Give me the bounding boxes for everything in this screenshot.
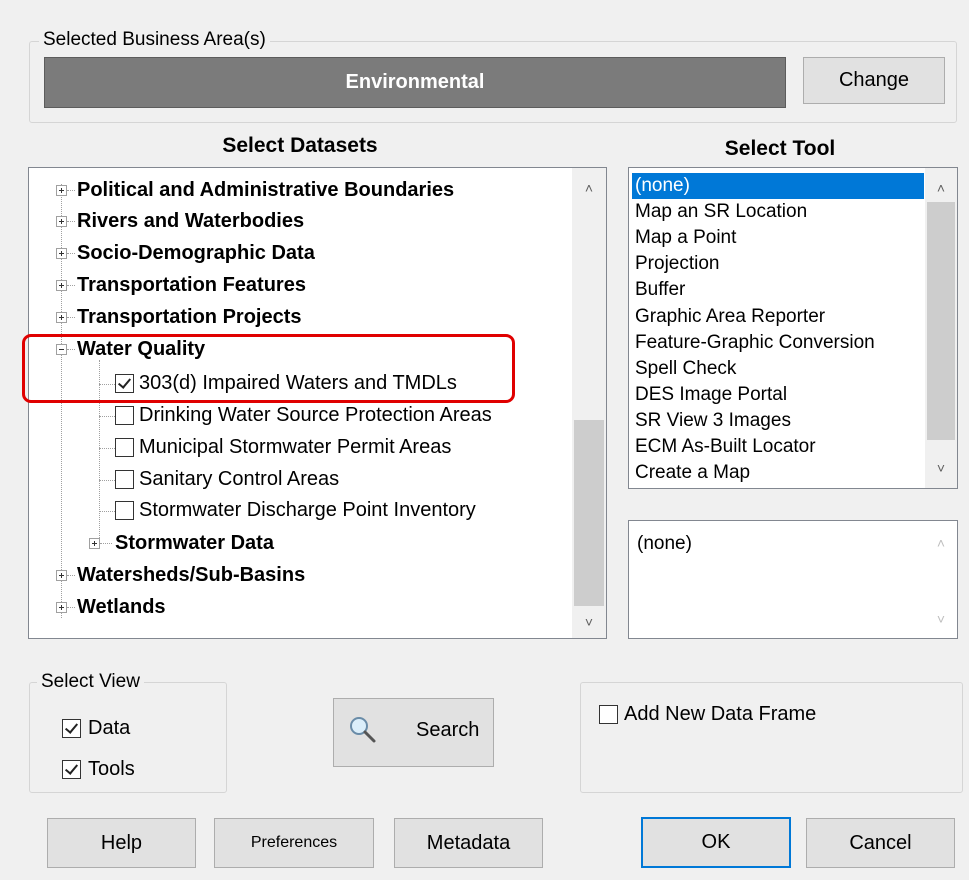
business-area-value: Environmental <box>44 57 786 108</box>
tree-node-transportation-features[interactable]: Transportation Features <box>77 272 306 299</box>
chevron-up-icon[interactable]: ˄ <box>925 176 957 200</box>
metadata-button[interactable]: Metadata <box>394 818 543 868</box>
tree-connector <box>67 190 75 191</box>
tree-node-drinking-water[interactable]: Drinking Water Source Protection Areas <box>139 402 492 429</box>
tree-connector <box>99 480 115 481</box>
datasets-heading: Select Datasets <box>222 134 378 157</box>
expand-icon[interactable] <box>56 602 67 613</box>
tree-node-wetlands[interactable]: Wetlands <box>77 594 166 621</box>
tree-connector <box>100 543 112 544</box>
tree-connector <box>99 448 115 449</box>
tree-node-label: Drinking Water Source Protection Areas <box>139 404 492 426</box>
tree-connector <box>99 511 115 512</box>
tree-connector <box>67 285 75 286</box>
help-button[interactable]: Help <box>47 818 196 868</box>
business-area-legend: Selected Business Area(s) <box>39 29 270 51</box>
tree-connector <box>67 607 75 608</box>
tool-item[interactable]: SR View 3 Images <box>632 408 791 434</box>
tool-description-box: (none) ˄ ˅ <box>628 520 958 639</box>
description-scrollbar[interactable]: ˄ ˅ <box>925 521 957 638</box>
tool-item[interactable]: ECM As-Built Locator <box>632 434 816 460</box>
highlight-annotation <box>22 334 515 403</box>
expand-icon[interactable] <box>56 280 67 291</box>
tree-connector <box>67 317 75 318</box>
chevron-down-icon[interactable]: ˅ <box>925 607 957 631</box>
view-tools-checkbox[interactable] <box>62 760 81 779</box>
datasets-tree[interactable]: Political and Administrative Boundaries … <box>28 167 607 639</box>
tree-node-label: Transportation Features <box>77 274 306 296</box>
tree-node-watersheds[interactable]: Watersheds/Sub-Basins <box>77 562 305 589</box>
tool-item[interactable]: Graphic Area Reporter <box>632 304 825 330</box>
tools-listbox[interactable]: (none) Map an SR Location Map a Point Pr… <box>628 167 958 489</box>
tool-item[interactable]: Spell Check <box>632 356 736 382</box>
data-frame-group <box>580 682 963 793</box>
tree-node-sanitary-control[interactable]: Sanitary Control Areas <box>139 466 339 493</box>
tree-node-label: Sanitary Control Areas <box>139 468 340 490</box>
view-data-checkbox[interactable] <box>62 719 81 738</box>
expand-icon[interactable] <box>56 185 67 196</box>
expand-icon[interactable] <box>56 248 67 259</box>
cancel-button[interactable]: Cancel <box>806 818 955 868</box>
tool-item[interactable]: DES Image Portal <box>632 382 787 408</box>
chevron-down-icon[interactable]: ˅ <box>925 456 957 480</box>
tool-item[interactable]: Feature-Graphic Conversion <box>632 330 875 356</box>
tree-connector <box>99 416 115 417</box>
tree-node-rivers-waterbodies[interactable]: Rivers and Waterbodies <box>77 208 304 235</box>
add-data-frame-checkbox[interactable] <box>599 705 618 724</box>
expand-icon[interactable] <box>56 312 67 323</box>
tree-node-label: Political and Administrative Boundaries <box>77 179 455 201</box>
tool-item[interactable]: Projection <box>632 251 720 277</box>
expand-icon[interactable] <box>56 570 67 581</box>
search-button[interactable]: Search <box>333 698 494 767</box>
tree-node-municipal-stormwater[interactable]: Municipal Stormwater Permit Areas <box>139 434 451 461</box>
tools-scroll-thumb[interactable] <box>927 202 955 440</box>
tree-node-stormwater-discharge[interactable]: Stormwater Discharge Point Inventory <box>139 497 476 524</box>
tool-item[interactable]: Create a Map <box>632 460 750 486</box>
chevron-up-icon[interactable]: ˄ <box>572 176 606 200</box>
datasets-scroll-thumb[interactable] <box>574 420 604 606</box>
tree-connector <box>67 221 75 222</box>
ok-button[interactable]: OK <box>641 817 791 868</box>
dataset-checkbox-stormwater-discharge[interactable] <box>115 501 134 520</box>
tool-item[interactable]: Map a Point <box>632 225 736 251</box>
datasets-scrollbar[interactable]: ˄ ˅ <box>572 168 606 638</box>
expand-icon[interactable] <box>56 216 67 227</box>
tree-node-label: Watersheds/Sub-Basins <box>77 564 306 586</box>
select-view-legend: Select View <box>37 671 144 693</box>
tool-item[interactable]: Map an SR Location <box>632 199 807 225</box>
change-button[interactable]: Change <box>803 57 945 104</box>
tools-scrollbar[interactable]: ˄ ˅ <box>925 168 957 488</box>
chevron-down-icon[interactable]: ˅ <box>572 610 606 634</box>
tool-description-text: (none) <box>637 533 692 554</box>
preferences-button[interactable]: Preferences <box>214 818 374 868</box>
view-data-label[interactable]: Data <box>88 717 130 740</box>
tree-node-political-boundaries[interactable]: Political and Administrative Boundaries <box>77 177 454 204</box>
tree-node-label: Wetlands <box>77 596 166 618</box>
search-label: Search <box>416 719 480 741</box>
tree-node-label: Stormwater Data <box>115 532 274 554</box>
tree-node-socio-demographic[interactable]: Socio-Demographic Data <box>77 240 315 267</box>
tree-node-label: Socio-Demographic Data <box>77 242 315 264</box>
chevron-up-icon[interactable]: ˄ <box>925 531 957 555</box>
tree-connector <box>67 253 75 254</box>
tree-node-label: Stormwater Discharge Point Inventory <box>139 499 476 521</box>
tool-item[interactable]: Buffer <box>632 277 685 303</box>
tree-node-transportation-projects[interactable]: Transportation Projects <box>77 304 302 331</box>
tree-node-label: Rivers and Waterbodies <box>77 210 305 232</box>
tree-node-stormwater-data[interactable]: Stormwater Data <box>115 530 274 557</box>
add-data-frame-label[interactable]: Add New Data Frame <box>624 703 816 726</box>
tree-connector <box>67 575 75 576</box>
view-tools-label[interactable]: Tools <box>88 758 135 781</box>
dataset-checkbox-drinking-water[interactable] <box>115 406 134 425</box>
tools-heading: Select Tool <box>724 137 836 160</box>
expand-icon[interactable] <box>89 538 100 549</box>
tree-node-label: Transportation Projects <box>77 306 302 328</box>
tree-node-label: Municipal Stormwater Permit Areas <box>139 436 452 458</box>
magnifier-icon <box>348 715 378 745</box>
dataset-checkbox-municipal-stormwater[interactable] <box>115 438 134 457</box>
dataset-checkbox-sanitary-control[interactable] <box>115 470 134 489</box>
tool-item[interactable]: (none) <box>632 173 924 199</box>
